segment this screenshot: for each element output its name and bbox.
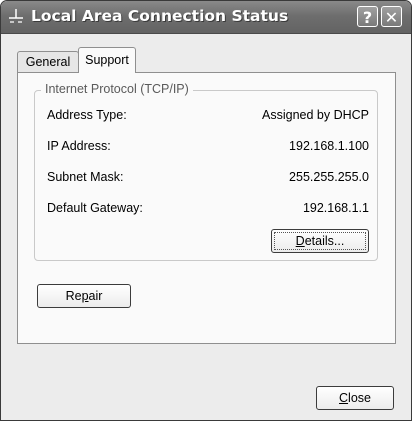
tcpip-groupbox: Internet Protocol (TCP/IP) Address Type:… [34,82,378,261]
subnet-mask-value: 255.255.255.0 [289,170,369,184]
ip-address-value: 192.168.1.100 [289,139,369,153]
status-dialog-window: Local Area Connection Status ? ✕ General… [0,0,412,421]
support-tab-panel: Internet Protocol (TCP/IP) Address Type:… [17,72,396,344]
network-connection-icon [9,9,23,23]
window-close-button[interactable]: ✕ [381,6,402,27]
subnet-mask-label: Subnet Mask: [47,170,124,184]
tab-general[interactable]: General [17,51,79,72]
subnet-mask-row: Subnet Mask: 255.255.255.0 [47,170,369,188]
default-gateway-value: 192.168.1.1 [302,201,369,215]
close-button-label: Close [339,391,371,405]
tab-support[interactable]: Support [78,47,136,73]
address-type-value: Assigned by DHCP [262,108,369,122]
address-type-row: Address Type: Assigned by DHCP [47,108,369,126]
help-icon: ? [362,8,373,27]
default-gateway-row: Default Gateway: 192.168.1.1 [47,201,369,219]
window-title: Local Area Connection Status [31,7,289,25]
dialog-client-area: General Internet Protocol (TCP/IP) Addre… [1,34,411,420]
ip-address-row: IP Address: 192.168.1.100 [47,139,369,157]
close-button[interactable]: Close [316,386,394,410]
repair-mnemonic: p [81,289,89,303]
groupbox-legend: Internet Protocol (TCP/IP) [41,82,193,96]
default-gateway-label: Default Gateway: [47,201,143,215]
ip-address-label: IP Address: [47,139,111,153]
address-type-label: Address Type: [47,108,127,122]
details-button-label: Details... [274,232,366,250]
title-bar[interactable]: Local Area Connection Status ? ✕ [1,1,411,34]
close-mnemonic: C [339,391,349,405]
details-button[interactable]: Details... [271,229,369,253]
close-icon: ✕ [384,8,399,27]
help-button[interactable]: ? [357,6,378,27]
repair-button[interactable]: Repair [37,284,131,308]
details-mnemonic: D [295,234,305,248]
repair-button-label: Repair [65,289,103,303]
